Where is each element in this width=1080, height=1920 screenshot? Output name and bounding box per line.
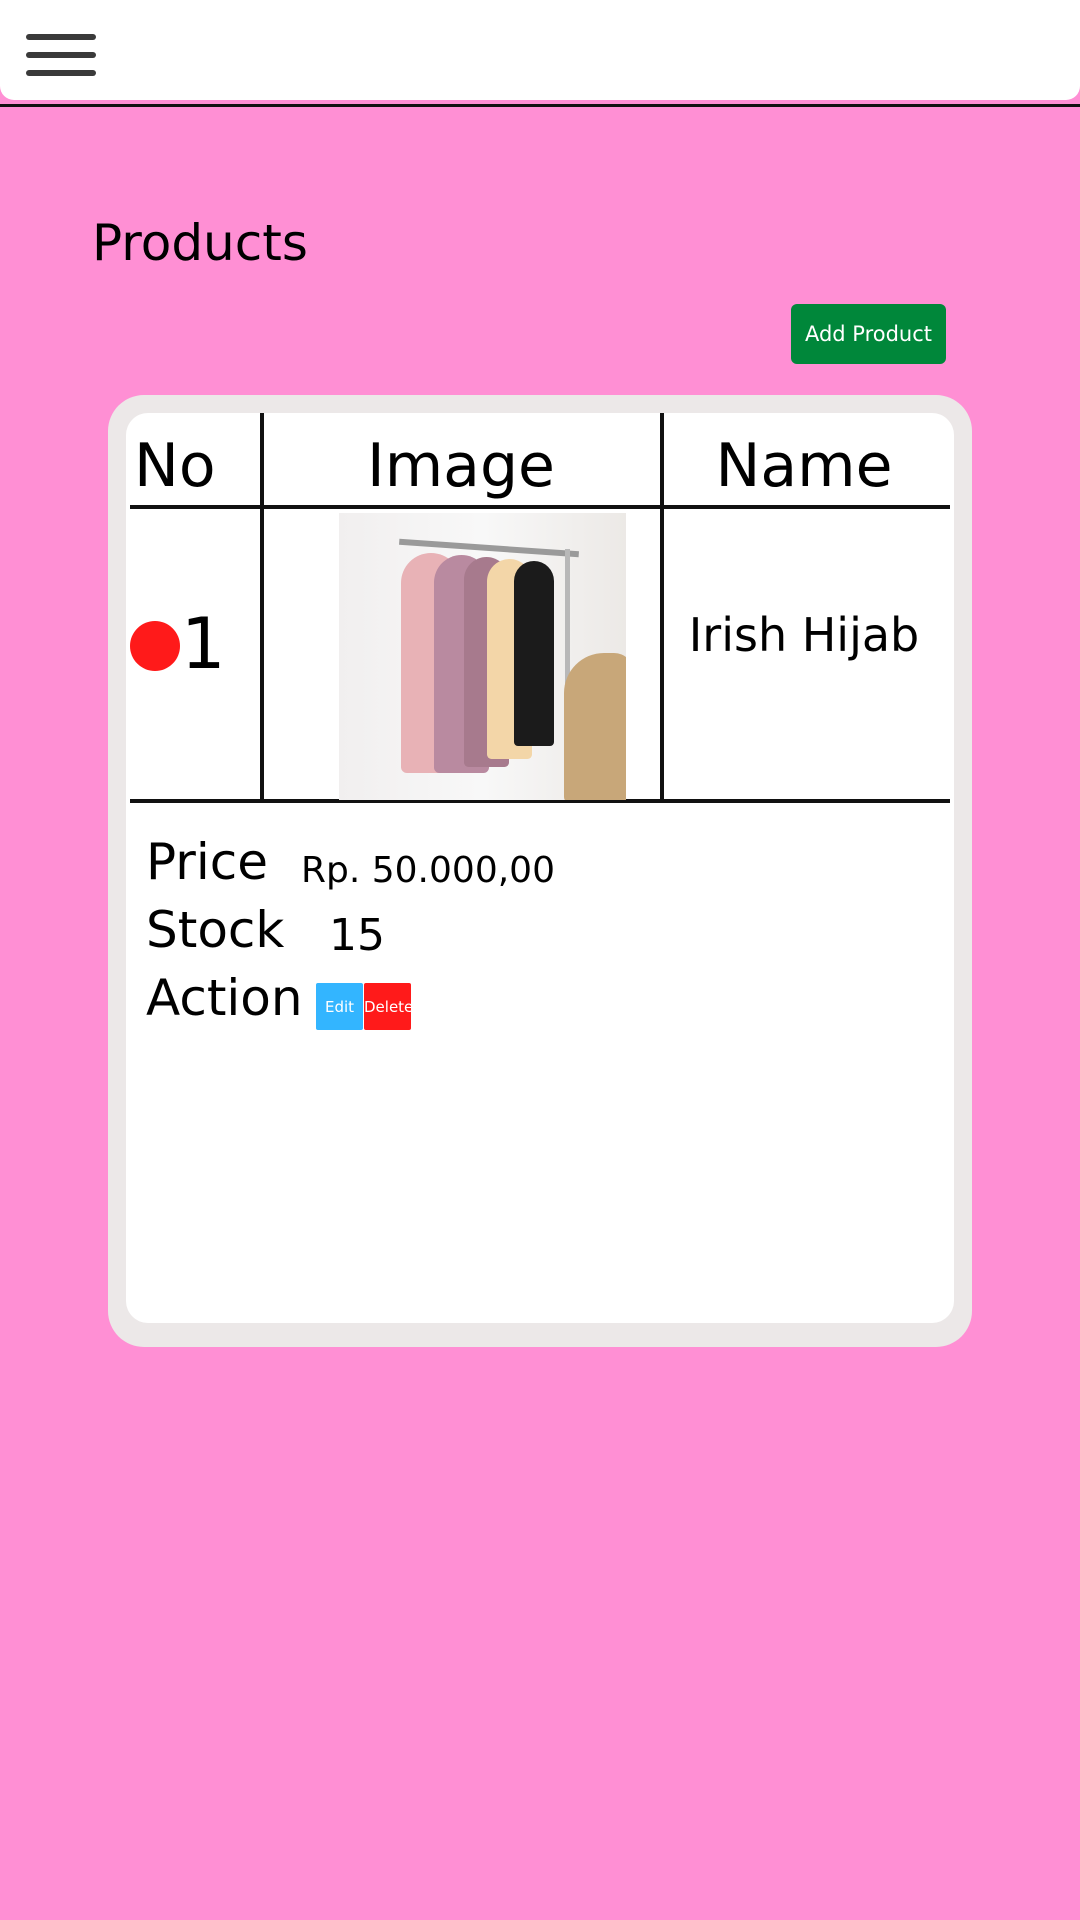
table-header-divider (130, 505, 950, 509)
row-number: 1 (181, 603, 226, 685)
product-name: Irish Hijab (688, 608, 920, 662)
stock-label: Stock (146, 901, 285, 959)
price-value: Rp. 50.000,00 (301, 850, 555, 891)
product-image (339, 513, 626, 800)
delete-button[interactable]: Delete (364, 983, 413, 1030)
column-header-image: Image (367, 431, 555, 501)
dried-plant-decoration (564, 653, 626, 800)
garment (514, 561, 554, 746)
edit-button[interactable]: Edit (316, 983, 363, 1030)
stock-value: 15 (329, 910, 385, 961)
action-label: Action (146, 969, 303, 1027)
menu-bar-line (26, 70, 96, 76)
products-table: No Image Name 1 Irish Hijab Price Rp. 50… (126, 413, 954, 1323)
status-indicator-dot (130, 621, 180, 671)
header-divider (0, 104, 1080, 107)
top-bar (0, 0, 1080, 100)
products-card: No Image Name 1 Irish Hijab Price Rp. 50… (108, 395, 972, 1347)
table-column-divider (260, 413, 264, 803)
menu-bar-line (26, 52, 96, 58)
add-product-button[interactable]: Add Product (791, 304, 946, 364)
column-header-name: Name (715, 431, 893, 501)
column-header-no: No (134, 431, 216, 501)
page-title: Products (92, 214, 308, 272)
price-label: Price (146, 833, 268, 891)
menu-bar-line (26, 34, 96, 40)
hamburger-menu-icon[interactable] (26, 30, 98, 86)
